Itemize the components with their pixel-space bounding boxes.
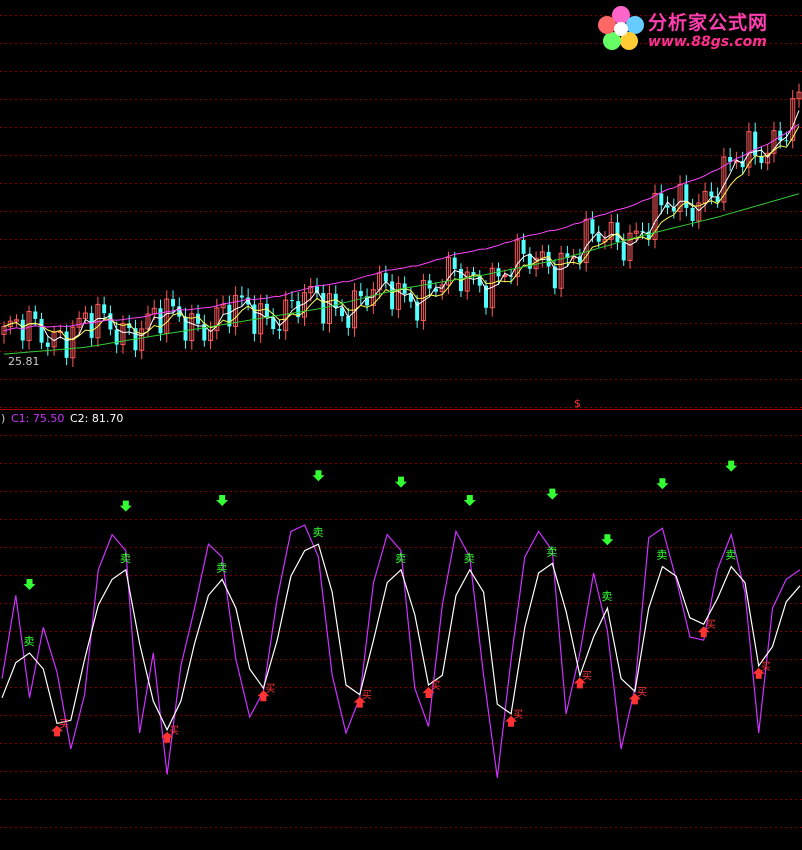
flower-icon bbox=[598, 6, 644, 50]
price-low-label: 25.81 bbox=[8, 355, 40, 368]
candle-body bbox=[596, 233, 601, 242]
indicator-prefix: ) bbox=[1, 412, 6, 425]
buy-label: 买 bbox=[582, 670, 592, 682]
candle-body bbox=[690, 207, 695, 222]
sell-label: 卖 bbox=[656, 549, 667, 562]
sell-label: 卖 bbox=[24, 635, 35, 648]
sell-arrow-icon bbox=[216, 495, 229, 506]
candle-body bbox=[552, 266, 557, 289]
brand-logo: 分析家公式网 www.88gs.com bbox=[596, 4, 796, 58]
buy-label: 买 bbox=[431, 680, 441, 692]
candle-body bbox=[709, 191, 714, 197]
sell-arrow-icon bbox=[312, 470, 325, 482]
buy-label: 买 bbox=[362, 690, 372, 702]
sell-arrow-icon bbox=[601, 534, 614, 546]
sell-arrow-icon bbox=[395, 476, 407, 488]
candle-body bbox=[89, 313, 94, 338]
candle-body bbox=[239, 295, 244, 298]
sell-label: 卖 bbox=[120, 552, 131, 565]
c2-line bbox=[1, 543, 801, 732]
buy-label: 买 bbox=[706, 619, 716, 631]
c2-value-label: C2: 81.70 bbox=[70, 412, 124, 425]
buy-label: 买 bbox=[761, 661, 771, 673]
candle-body bbox=[684, 184, 689, 208]
sell-arrow-icon bbox=[546, 488, 559, 500]
buy-label: 买 bbox=[59, 718, 69, 730]
candle-body bbox=[39, 318, 44, 343]
sell-label: 卖 bbox=[395, 552, 406, 565]
sell-label: 卖 bbox=[546, 545, 557, 558]
candle-body bbox=[390, 281, 395, 310]
candle-body bbox=[590, 219, 595, 234]
candle-body bbox=[33, 311, 38, 319]
candle-body bbox=[784, 140, 789, 142]
candle-body bbox=[158, 308, 163, 334]
candle-body bbox=[358, 290, 363, 297]
candle-body bbox=[64, 331, 69, 358]
candle-body bbox=[45, 342, 50, 347]
ma-mid-line bbox=[3, 125, 800, 341]
c1-value-label: C1: 75.50 bbox=[11, 412, 65, 425]
candle-body bbox=[20, 319, 25, 341]
candle-body bbox=[383, 273, 388, 282]
sell-label: 卖 bbox=[601, 590, 612, 603]
candle-body bbox=[277, 329, 282, 331]
ma-short-line bbox=[3, 110, 800, 342]
sell-label: 卖 bbox=[725, 549, 736, 562]
candle-body bbox=[615, 222, 620, 243]
buy-label: 买 bbox=[169, 725, 179, 737]
signal-markers: 卖买卖买卖买卖买卖买卖买卖买卖买卖买卖买 bbox=[23, 460, 771, 743]
candle-body bbox=[289, 300, 294, 302]
candle-body bbox=[171, 299, 176, 307]
candle-body bbox=[665, 205, 670, 208]
sell-label: 卖 bbox=[464, 552, 475, 565]
candle-body bbox=[102, 304, 107, 314]
sell-label: 卖 bbox=[312, 526, 323, 539]
sell-arrow-icon bbox=[463, 495, 476, 506]
sell-arrow-icon bbox=[23, 579, 36, 590]
sell-arrow-icon bbox=[656, 478, 669, 490]
candle-body bbox=[659, 193, 664, 206]
candle-body bbox=[452, 257, 457, 269]
candlesticks bbox=[1, 83, 802, 367]
stock-chart: 卖买卖买卖买卖买卖买卖买卖买卖买卖买卖买 bbox=[0, 15, 802, 828]
sell-arrow-icon bbox=[119, 500, 132, 512]
sell-arrow-icon bbox=[725, 460, 738, 472]
sell-label: 卖 bbox=[216, 561, 227, 574]
candle-body bbox=[621, 242, 626, 261]
buy-label: 买 bbox=[513, 709, 523, 721]
buy-label: 买 bbox=[637, 686, 647, 698]
brand-url: www.88gs.com bbox=[648, 34, 767, 50]
divider-marker: $ bbox=[574, 397, 581, 410]
buy-label: 买 bbox=[265, 683, 275, 695]
candle-body bbox=[521, 239, 526, 254]
brand-name: 分析家公式网 bbox=[648, 12, 769, 34]
